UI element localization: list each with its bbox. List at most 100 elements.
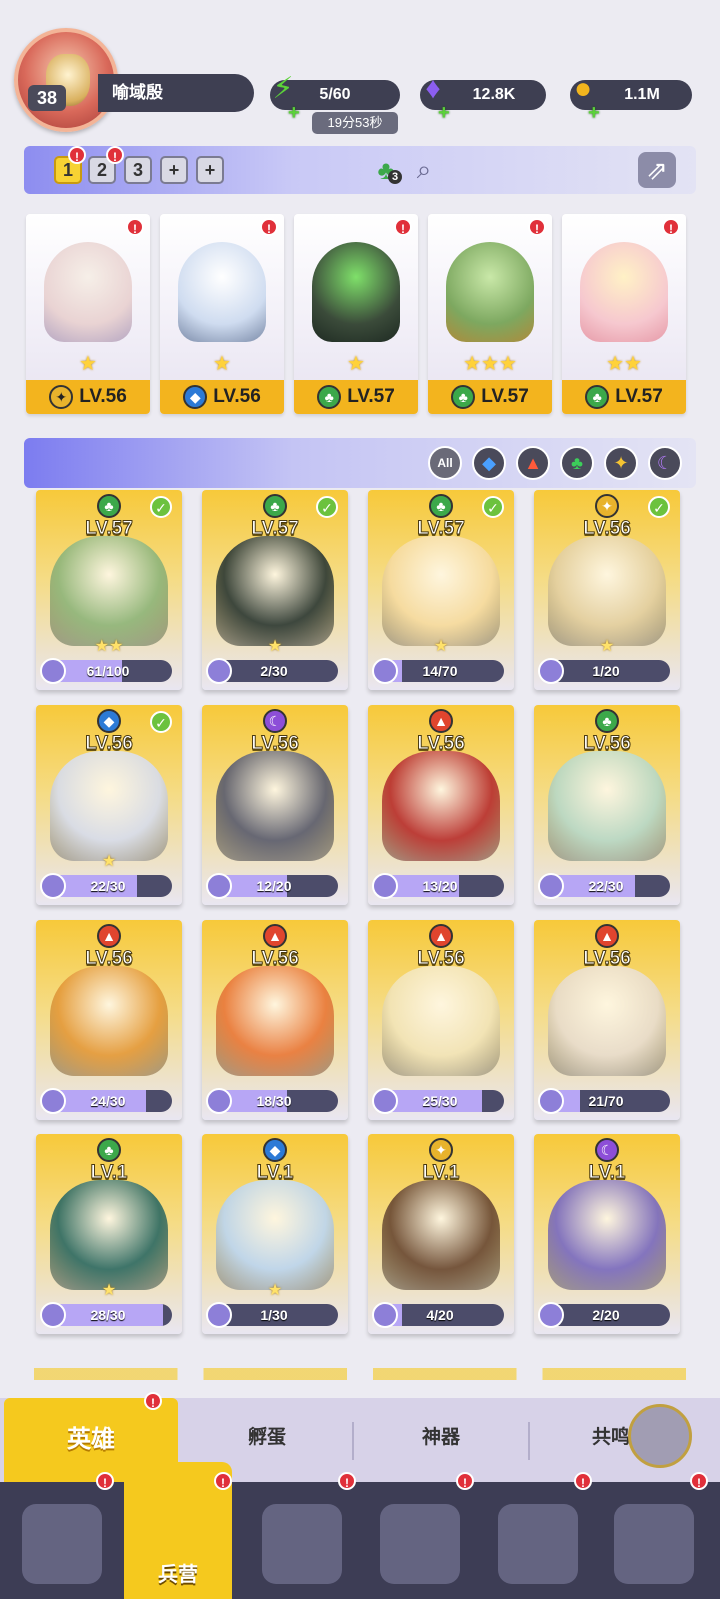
hero-stars: ★ bbox=[347, 353, 365, 375]
hero-stars: ★★★ bbox=[463, 353, 517, 375]
hero-card[interactable]: ✦ ✓ LV.56 ★ 1/20 bbox=[534, 490, 680, 690]
hero-card[interactable]: ▲ LV.56 21/70 bbox=[534, 920, 680, 1120]
shard-icon bbox=[206, 658, 232, 684]
filter-dark-icon[interactable]: ☾ bbox=[648, 446, 682, 480]
hero-card[interactable]: ◆ ✓ LV.56 ★ 22/30 bbox=[36, 705, 182, 905]
hero-card[interactable]: ☾ LV.56 12/20 bbox=[202, 705, 348, 905]
shard-icon bbox=[372, 1088, 398, 1114]
mushroom-icon[interactable] bbox=[498, 1504, 578, 1584]
fire-element-icon: ▲ bbox=[429, 924, 453, 948]
hero-card[interactable]: ◆ LV.1 ★ 1/30 bbox=[202, 1134, 348, 1334]
light-element-icon: ✦ bbox=[595, 494, 619, 518]
team-hero-card[interactable]: ! ★ ♣ LV.57 bbox=[294, 214, 418, 414]
hero-portrait bbox=[382, 966, 500, 1076]
floating-assist-button[interactable] bbox=[628, 1404, 692, 1468]
hero-level: LV.56 bbox=[417, 733, 466, 755]
alert-badge: ! bbox=[574, 1472, 592, 1490]
team-hero-card[interactable]: ! ★★ ♣ LV.57 bbox=[562, 214, 686, 414]
hero-level: LV.1 bbox=[422, 1162, 460, 1184]
hero-stars: ★ bbox=[599, 638, 615, 655]
hero-card[interactable]: ♣ LV.56 22/30 bbox=[534, 705, 680, 905]
tab-divider bbox=[352, 1422, 354, 1460]
share-icon[interactable]: ⇗ bbox=[638, 152, 676, 188]
gem-counter[interactable]: ♦ + 12.8K bbox=[420, 74, 546, 124]
add-energy-icon[interactable]: + bbox=[288, 98, 300, 128]
filter-water-icon[interactable]: ◆ bbox=[472, 446, 506, 480]
hero-level: LV.57 bbox=[481, 386, 529, 407]
book-icon[interactable] bbox=[262, 1504, 342, 1584]
hero-level: LV.57 bbox=[85, 518, 134, 540]
add-gold-icon[interactable]: + bbox=[588, 98, 600, 128]
filter-fire-icon[interactable]: ▲ bbox=[516, 446, 550, 480]
hero-level: LV.56 bbox=[251, 733, 300, 755]
hero-portrait bbox=[382, 536, 500, 646]
team-slot-add-1[interactable]: + bbox=[160, 156, 188, 184]
nature-element-icon: ♣ bbox=[585, 385, 610, 409]
hero-level: LV.57 bbox=[417, 518, 466, 540]
tab-artifacts[interactable]: 神器 bbox=[356, 1422, 526, 1449]
alert-badge: ! bbox=[144, 1392, 162, 1410]
hero-level: LV.1 bbox=[90, 1162, 128, 1184]
team-hero-card[interactable]: ! ★ ✦ LV.56 bbox=[26, 214, 150, 414]
sub-tabs: 英雄 ! 孵蛋 神器 共鸣 bbox=[0, 1392, 720, 1482]
hero-stars: ★ bbox=[101, 1282, 117, 1299]
fire-element-icon: ▲ bbox=[97, 924, 121, 948]
hero-portrait bbox=[50, 751, 168, 861]
banner-icon[interactable] bbox=[614, 1504, 694, 1584]
hero-level: LV.56 bbox=[417, 948, 466, 970]
hero-card[interactable]: ▲ LV.56 18/30 bbox=[202, 920, 348, 1120]
hero-portrait bbox=[50, 536, 168, 646]
light-element-icon: ✦ bbox=[49, 385, 74, 409]
alert-badge: ! bbox=[662, 218, 680, 236]
team-slot-add-2[interactable]: + bbox=[196, 156, 224, 184]
add-gem-icon[interactable]: + bbox=[438, 98, 450, 128]
element-count: 3 bbox=[388, 170, 402, 184]
nature-element-icon: ♣ bbox=[317, 385, 342, 409]
hero-level: LV.56 bbox=[79, 386, 127, 407]
hero-card[interactable]: ✦ LV.1 4/20 bbox=[368, 1134, 514, 1334]
filter-all[interactable]: All bbox=[428, 446, 462, 480]
hero-portrait bbox=[178, 242, 266, 342]
check-icon: ✓ bbox=[482, 496, 504, 518]
hero-card[interactable]: ♣ LV.1 ★ 28/30 bbox=[36, 1134, 182, 1334]
hero-portrait bbox=[50, 1180, 168, 1290]
nature-element-icon: ♣ bbox=[429, 494, 453, 518]
energy-timer: 19分53秒 bbox=[312, 112, 398, 134]
team-hero-card[interactable]: ! ★ ◆ LV.56 bbox=[160, 214, 284, 414]
hero-portrait bbox=[216, 966, 334, 1076]
hero-portrait bbox=[216, 751, 334, 861]
cards-icon[interactable] bbox=[22, 1504, 102, 1584]
energy-counter[interactable]: ⚡ + 5/60 bbox=[270, 74, 400, 124]
player-level: 38 bbox=[28, 85, 66, 111]
alert-badge: ! bbox=[528, 218, 546, 236]
shard-icon bbox=[372, 1302, 398, 1328]
shard-icon bbox=[40, 873, 66, 899]
light-element-icon: ✦ bbox=[429, 1138, 453, 1162]
hero-level: LV.56 bbox=[583, 518, 632, 540]
hero-portrait bbox=[446, 242, 534, 342]
alert-badge: ! bbox=[106, 146, 124, 164]
hero-level: LV.1 bbox=[256, 1162, 294, 1184]
check-icon: ✓ bbox=[648, 496, 670, 518]
alert-badge: ! bbox=[690, 1472, 708, 1490]
gold-counter[interactable]: ● + 1.1M bbox=[570, 74, 692, 124]
shard-icon bbox=[538, 658, 564, 684]
tab-hatch[interactable]: 孵蛋 bbox=[182, 1422, 352, 1449]
filter-nature-icon[interactable]: ♣ bbox=[560, 446, 594, 480]
hero-card[interactable]: ♣ ✓ LV.57 ★ 14/70 bbox=[368, 490, 514, 690]
hero-portrait bbox=[50, 966, 168, 1076]
hero-card[interactable]: ♣ ✓ LV.57 ★ 2/30 bbox=[202, 490, 348, 690]
hero-card[interactable]: ▲ LV.56 25/30 bbox=[368, 920, 514, 1120]
shard-icon bbox=[372, 873, 398, 899]
castle-icon[interactable] bbox=[380, 1504, 460, 1584]
hero-card[interactable]: ▲ LV.56 13/20 bbox=[368, 705, 514, 905]
hero-card[interactable]: ♣ ✓ LV.57 ★★ 61/100 bbox=[36, 490, 182, 690]
filter-light-icon[interactable]: ✦ bbox=[604, 446, 638, 480]
hero-card[interactable]: ▲ LV.56 24/30 bbox=[36, 920, 182, 1120]
player-name[interactable]: 喻域殷 bbox=[98, 74, 254, 112]
search-icon[interactable]: ⌕ bbox=[406, 152, 442, 188]
alert-badge: ! bbox=[260, 218, 278, 236]
hero-card[interactable]: ☾ LV.1 2/20 bbox=[534, 1134, 680, 1334]
team-hero-card[interactable]: ! ★★★ ♣ LV.57 bbox=[428, 214, 552, 414]
team-slot-3[interactable]: 3 bbox=[124, 156, 152, 184]
